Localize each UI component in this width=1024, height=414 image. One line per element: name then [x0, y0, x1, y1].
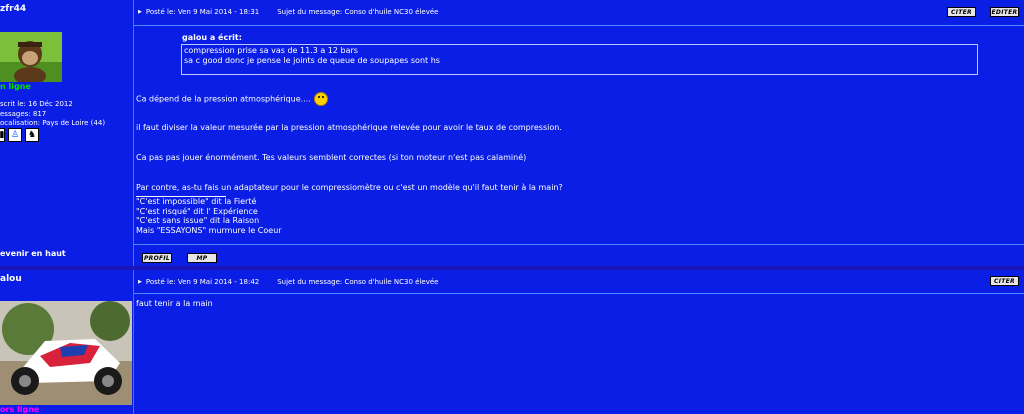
header-divider [134, 25, 1024, 26]
post-body-text: Ca dépend de la pression atmosphérique..… [136, 94, 311, 104]
author-avatar [0, 301, 132, 405]
smiley-icon [313, 92, 328, 106]
signature: "C'est impossible" dit la Fierté "C'est … [136, 197, 282, 235]
pm-button[interactable]: MP [187, 253, 217, 263]
quote-author: galou a écrit: [182, 33, 242, 42]
quote-button[interactable]: CITER [990, 276, 1019, 286]
post-1-author-panel: zfr44 n ligne scrit le: 16 Déc 2012 essa… [0, 0, 134, 268]
author-messages: essages: 817 [0, 109, 47, 118]
post-arrow-icon: ▶ [138, 9, 142, 15]
author-info: scrit le: 16 Déc 2012 essages: 817 ocali… [0, 100, 105, 129]
post-body-line-3: Ca pas pas jouer énormément. Tes valeurs… [136, 153, 527, 162]
quote-line-1: compression prise sa vas de 11.3 a 12 ba… [184, 46, 358, 55]
post-date: Posté le: Ven 9 Mai 2014 - 18:42 [145, 278, 260, 286]
signature-line: Mais "ESSAYONS" murmure le Coeur [136, 225, 282, 235]
post-1-content: ▶ Posté le: Ven 9 Mai 2014 - 18:31 Sujet… [134, 0, 1024, 268]
person-icon: ♙ [8, 128, 22, 142]
edit-button[interactable]: EDITER [990, 7, 1019, 17]
header-divider [134, 293, 1024, 294]
back-to-top-link[interactable]: evenir en haut [0, 249, 66, 258]
author-username[interactable]: alou [0, 274, 22, 284]
post-subject: Sujet du message: Conso d'huile NC30 éle… [277, 278, 439, 286]
post-1: zfr44 n ligne scrit le: 16 Déc 2012 essa… [0, 0, 1024, 268]
profile-button[interactable]: PROFIL [142, 253, 172, 263]
author-joined: scrit le: 16 Déc 2012 [0, 100, 73, 108]
quote-line-2: sa c good donc je pense le joints de que… [184, 56, 440, 65]
badge-icon: ▮ [0, 128, 5, 142]
author-offline-status: ors ligne [0, 405, 40, 414]
author-username[interactable]: zfr44 [0, 4, 26, 14]
quote-box: compression prise sa vas de 11.3 a 12 ba… [181, 44, 978, 75]
post-2-body: faut tenir a la main [136, 299, 213, 308]
signature-line: "C'est impossible" dit la Fierté [136, 197, 257, 206]
post-subject: Sujet du message: Conso d'huile NC30 éle… [277, 8, 439, 16]
post-body-line-1: Ca dépend de la pression atmosphérique..… [136, 92, 328, 106]
signature-line: "C'est risqué" dit l' Expérience [136, 206, 258, 216]
author-badges: ▮ ♙ ♞ [0, 128, 39, 142]
post-2-author-panel: alou ors ligne [0, 270, 134, 414]
post-1-header: ▶ Posté le: Ven 9 Mai 2014 - 18:31 Sujet… [138, 8, 438, 16]
author-avatar [0, 32, 62, 82]
post-footer-divider [134, 244, 1024, 245]
post-2: alou ors ligne ▶ Posté le: Ven 9 Mai 201… [0, 270, 1024, 414]
post-arrow-icon: ▶ [138, 279, 142, 285]
signature-line: "C'est sans issue" dit la Raison [136, 216, 260, 225]
post-body-line-2: il faut diviser la valeur mesurée par la… [136, 123, 562, 132]
dog-icon: ♞ [25, 128, 39, 142]
quote-button[interactable]: CITER [947, 7, 976, 17]
post-2-header: ▶ Posté le: Ven 9 Mai 2014 - 18:42 Sujet… [138, 278, 438, 286]
post-body-line-4: Par contre, as-tu fais un adaptateur pou… [136, 183, 563, 192]
post-2-content: ▶ Posté le: Ven 9 Mai 2014 - 18:42 Sujet… [134, 270, 1024, 414]
author-online-status: n ligne [0, 82, 31, 91]
post-date: Posté le: Ven 9 Mai 2014 - 18:31 [145, 8, 260, 16]
